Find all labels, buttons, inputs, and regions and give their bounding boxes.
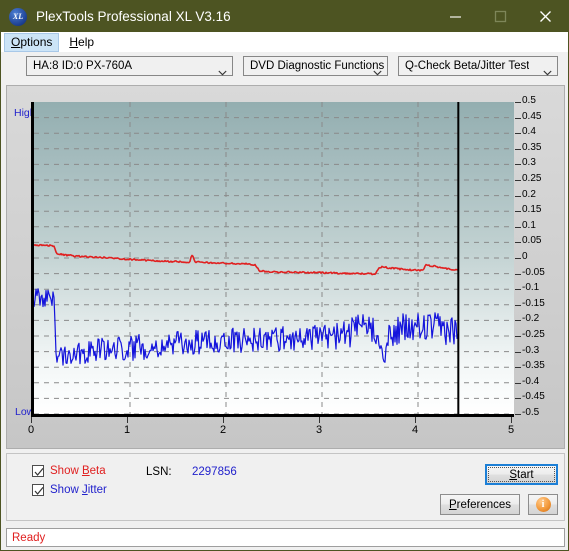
y-tick-mark [515,117,521,119]
y-tick-label: -0.1 [522,282,540,294]
lsn-label: LSN: [146,466,172,478]
y-tick-label: -0.15 [522,297,545,309]
x-tick-label: 2 [219,424,227,436]
y-tick-label: -0.5 [522,407,540,418]
y-tick-label: 0.35 [522,141,542,153]
start-button[interactable]: Start [485,464,558,485]
y-tick-mark [515,273,521,275]
status-bar: Ready [6,528,565,547]
x-tick-label: 3 [315,424,323,436]
y-tick-mark [515,304,521,306]
y-tick-label: 0.25 [522,173,542,184]
y-tick-label: -0.3 [522,344,540,356]
y-tick-label: 0.4 [522,126,536,138]
x-tick-mark [127,417,128,423]
y-tick-mark [515,148,521,150]
x-tick-mark [223,417,224,423]
show-beta-checkbox[interactable]: Show Beta [32,465,106,477]
function-select[interactable]: DVD Diagnostic Functions [243,56,388,76]
status-text: Ready [12,531,46,544]
y-tick-label: 0 [522,251,528,262]
y-tick-mark [515,195,521,197]
x-tick-mark [319,417,320,423]
y-tick-mark [515,289,521,291]
y-tick-mark [515,258,521,259]
x-tick-label: 4 [411,424,419,436]
x-tick-label: 5 [507,424,515,436]
checkmark-icon [32,484,44,496]
lsn-value: 2297856 [192,466,237,478]
x-tick-label: 0 [27,424,35,436]
y-tick-label: 0.05 [522,235,542,247]
minimize-icon[interactable] [433,1,478,32]
selector-toolbar: HA:8 ID:0 PX-760A DVD Diagnostic Functio… [1,52,568,80]
menu-item-help[interactable]: Help [62,33,101,52]
plot-area[interactable] [31,102,514,417]
drive-select-value: HA:8 ID:0 PX-760A [33,60,133,72]
window-buttons [433,1,568,32]
y-tick-mark [515,414,521,415]
y-tick-label: -0.35 [522,360,545,372]
info-icon: i [535,497,551,512]
y-tick-mark [515,382,521,384]
checkmark-icon [32,465,44,477]
chevron-down-icon [218,63,227,76]
info-button[interactable]: i [528,494,558,515]
plextools-window: XL PlexTools Professional XL V3.16 Optio… [0,0,569,551]
test-select-value: Q-Check Beta/Jitter Test [405,60,530,72]
menu-bar: Options Help [1,32,568,52]
y-tick-mark [515,133,521,135]
y-tick-label: -0.2 [522,313,540,325]
y-tick-label: 0.45 [522,110,542,122]
test-select[interactable]: Q-Check Beta/Jitter Test [398,56,558,76]
y-tick-mark [515,336,521,337]
y-tick-mark [515,367,521,369]
x-tick-mark [31,417,32,423]
y-tick-mark [515,180,521,181]
y-tick-mark [515,320,521,322]
x-tick-mark [511,417,512,423]
chart-panel: High Low 0.5 0.45 0.4 0.35 0.3 0.25 0.2 0.15 0.1… [6,85,565,449]
y-tick-mark [515,398,521,400]
start-button-label: Start [509,468,534,481]
chevron-down-icon [543,63,552,76]
y-tick-label: 0.2 [522,188,536,200]
y-tick-label: -0.4 [522,375,540,387]
plot-svg [34,102,514,414]
xl-logo-icon: XL [9,7,27,26]
y-tick-mark [515,351,521,353]
show-beta-label: Show Beta [50,465,106,477]
show-jitter-checkbox[interactable]: Show Jitter [32,484,107,496]
y-tick-label: 0.3 [522,157,536,169]
x-tick-mark [415,417,416,423]
plot-inner [34,102,514,414]
show-jitter-label: Show Jitter [50,484,107,496]
preferences-button-label: Preferences [448,498,511,511]
preferences-button[interactable]: Preferences [440,494,520,515]
title-bar: XL PlexTools Professional XL V3.16 [1,1,568,32]
y-tick-mark [515,242,521,244]
close-icon[interactable] [523,1,568,32]
window-title: PlexTools Professional XL V3.16 [36,9,231,24]
y-tick-label: -0.45 [522,391,545,403]
drive-select[interactable]: HA:8 ID:0 PX-760A [26,56,233,76]
y-tick-label: 0.15 [522,204,542,216]
x-tick-label: 1 [123,424,131,436]
y-tick-label: -0.05 [522,266,545,278]
maximize-icon[interactable] [478,1,523,32]
y-tick-label: 0.5 [522,95,536,106]
y-tick-mark [515,226,521,228]
y-tick-label: -0.25 [522,329,545,340]
y-tick-mark [515,102,521,103]
y-tick-label: 0.1 [522,219,536,231]
controls-panel: Show Beta Show Jitter LSN: 2297856 Start… [6,453,565,521]
function-select-value: DVD Diagnostic Functions [250,60,385,72]
menu-item-options[interactable]: Options [4,32,60,52]
chevron-down-icon [373,63,382,76]
y-tick-mark [515,164,521,166]
y-tick-mark [515,211,521,213]
